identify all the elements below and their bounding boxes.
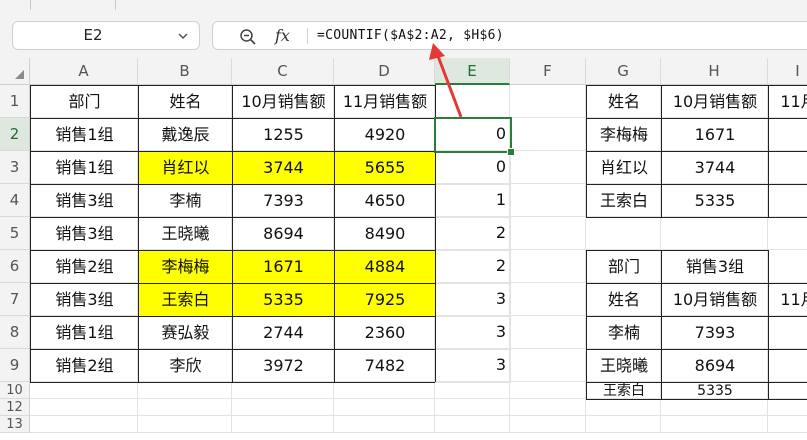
red-arrow-annotation <box>429 43 463 118</box>
